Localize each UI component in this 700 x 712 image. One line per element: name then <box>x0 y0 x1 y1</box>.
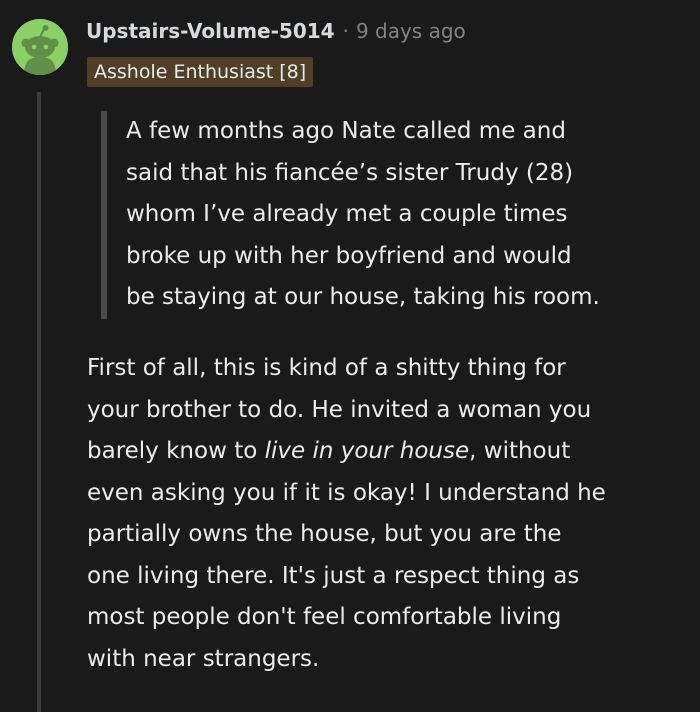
body-text-segment: , without <box>469 438 571 464</box>
comment-body: First of all, this is kind of a shitty t… <box>87 348 687 680</box>
body-line: partially owns the house, but you are th… <box>87 521 562 547</box>
blockquote: A few months ago Nate called me and said… <box>101 111 700 319</box>
timestamp[interactable]: 9 days ago <box>356 19 466 43</box>
body-line: most people don't feel comfortable livin… <box>87 604 562 630</box>
thread-collapse-line[interactable] <box>37 92 41 712</box>
quote-line: said that his fiancée’s sister Trudy (28… <box>126 159 574 186</box>
user-flair: Asshole Enthusiast [8] <box>87 57 314 87</box>
emphasized-text: live in your house <box>264 438 470 464</box>
comment-meta: Upstairs-Volume-5014 · 9 days ago <box>86 14 466 48</box>
quote-line: be staying at our house, taking his room… <box>126 284 600 310</box>
username-link[interactable]: Upstairs-Volume-5014 <box>86 19 335 43</box>
snoo-avatar-icon <box>12 19 68 75</box>
body-text-segment: barely know to <box>87 438 265 464</box>
body-line: your brother to do. He invited a woman y… <box>87 396 592 423</box>
quote-line: whom I’ve already met a couple times <box>126 201 568 227</box>
quote-line: A few months ago Nate called me and <box>126 118 566 144</box>
body-line: barely know to live in your house, witho… <box>87 431 687 473</box>
meta-separator: · <box>342 19 349 43</box>
body-line: First of all, this is kind of a shitty t… <box>87 355 566 381</box>
body-line: with near strangers. <box>87 645 320 672</box>
body-line: one living there. It's just a respect th… <box>87 562 580 589</box>
user-avatar-icon[interactable] <box>12 19 68 75</box>
quote-line: broke up with her boyfriend and would <box>126 242 572 269</box>
body-line: even asking you if it is okay! I underst… <box>87 479 606 506</box>
